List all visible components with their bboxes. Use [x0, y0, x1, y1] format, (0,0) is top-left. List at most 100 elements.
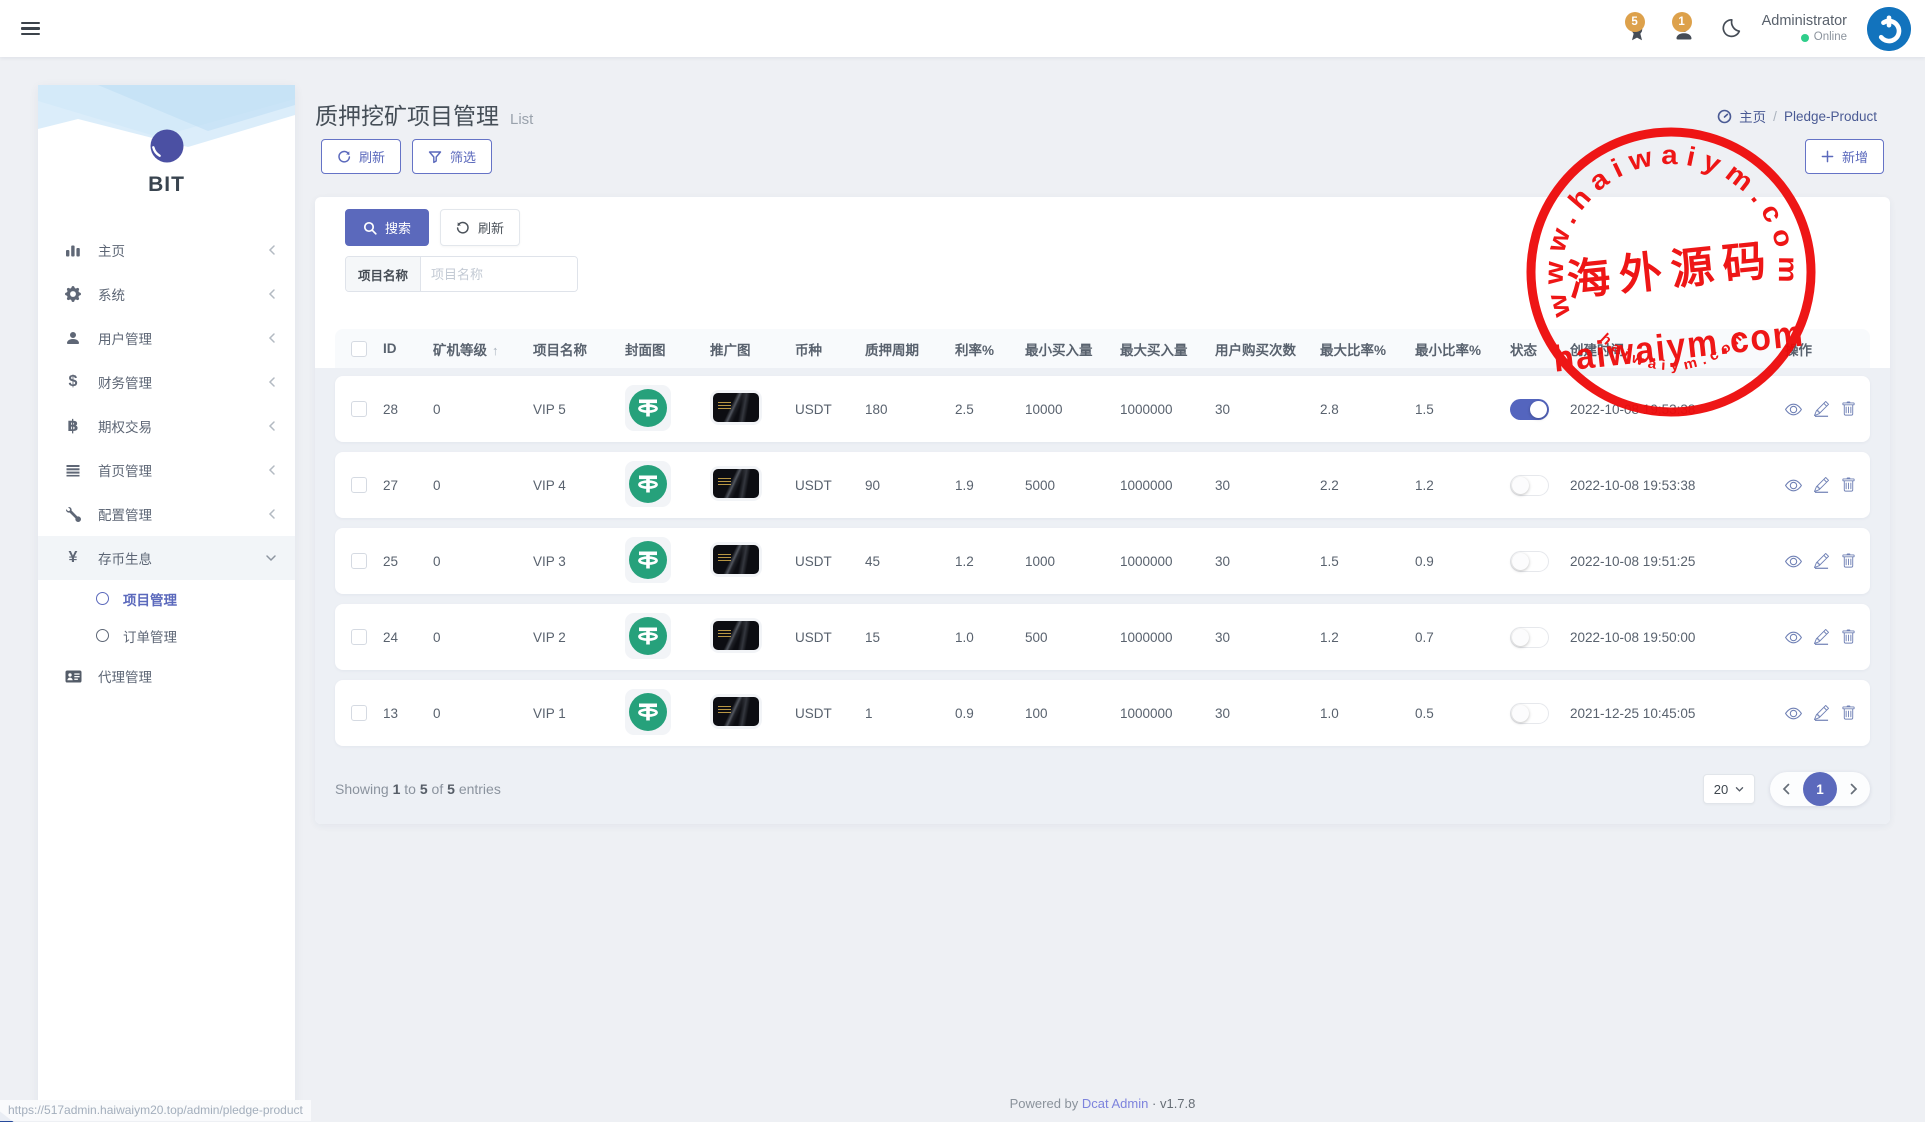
- version-label: v1.7.8: [1160, 1096, 1195, 1111]
- sidebar-item-home[interactable]: 主页: [38, 228, 295, 272]
- sidebar-subitem-order-management[interactable]: 订单管理: [38, 617, 295, 654]
- cell-promo-image: [710, 466, 795, 504]
- user-alert-count-badge: 1: [1672, 12, 1692, 32]
- promo-banner-image: [713, 469, 759, 498]
- edit-button[interactable]: [1814, 705, 1829, 721]
- table-body: 28 0 VIP 5: [315, 368, 1890, 824]
- sidebar-item-finance[interactable]: $ 财务管理: [38, 360, 295, 404]
- header-max-buy: 最大买入量: [1120, 339, 1215, 359]
- row-checkbox[interactable]: [351, 553, 367, 569]
- table-row: 24 0 VIP 2: [335, 604, 1870, 670]
- dark-mode-toggle[interactable]: [1718, 17, 1742, 41]
- status-toggle[interactable]: [1510, 475, 1549, 496]
- cell-actions: [1785, 477, 1870, 494]
- header-status: 状态: [1510, 339, 1570, 359]
- filter-button[interactable]: 筛选: [412, 139, 492, 174]
- cell-max-buy: 1000000: [1120, 402, 1215, 417]
- row-checkbox[interactable]: [351, 705, 367, 721]
- status-toggle[interactable]: [1510, 627, 1549, 648]
- eye-icon: [1785, 629, 1802, 646]
- prev-page-button[interactable]: [1782, 783, 1790, 795]
- add-button[interactable]: 新增: [1805, 139, 1884, 174]
- reset-button[interactable]: 刷新: [440, 209, 520, 246]
- cell-id: 28: [383, 402, 433, 417]
- cell-cover-image: [625, 537, 710, 586]
- sidebar-item-config[interactable]: 配置管理: [38, 492, 295, 536]
- cover-thumbnail[interactable]: [625, 689, 671, 735]
- cell-level: 0: [433, 630, 533, 645]
- delete-button[interactable]: [1841, 553, 1856, 569]
- refresh-button-label: 刷新: [359, 147, 385, 166]
- view-button[interactable]: [1785, 553, 1802, 570]
- eye-icon: [1785, 401, 1802, 418]
- row-checkbox[interactable]: [351, 401, 367, 417]
- cell-coin: USDT: [795, 402, 865, 417]
- delete-button[interactable]: [1841, 705, 1856, 721]
- select-all-checkbox[interactable]: [351, 341, 367, 357]
- row-checkbox[interactable]: [351, 477, 367, 493]
- delete-button[interactable]: [1841, 629, 1856, 645]
- delete-button[interactable]: [1841, 401, 1856, 417]
- view-button[interactable]: [1785, 629, 1802, 646]
- current-page-button[interactable]: 1: [1803, 772, 1837, 806]
- delete-button[interactable]: [1841, 477, 1856, 493]
- view-button[interactable]: [1785, 705, 1802, 722]
- sidebar-item-options-trade[interactable]: ฿ 期权交易: [38, 404, 295, 448]
- user-alerts-icon[interactable]: 1: [1671, 15, 1698, 42]
- cover-thumbnail[interactable]: [625, 461, 671, 507]
- cell-max-buy: 1000000: [1120, 478, 1215, 493]
- edit-button[interactable]: [1814, 629, 1829, 645]
- promo-thumbnail[interactable]: [710, 390, 762, 425]
- sidebar-item-homepage[interactable]: 首页管理: [38, 448, 295, 492]
- notification-ribbon-icon[interactable]: 5: [1624, 15, 1651, 42]
- cell-project-name: VIP 1: [533, 706, 625, 721]
- header-level[interactable]: 矿机等级↑: [433, 339, 533, 359]
- status-toggle[interactable]: [1510, 703, 1549, 724]
- promo-banner-image: [713, 545, 759, 574]
- row-checkbox[interactable]: [351, 629, 367, 645]
- tether-icon: [628, 388, 668, 428]
- edit-button[interactable]: [1814, 401, 1829, 417]
- tether-icon: [628, 540, 668, 580]
- cover-thumbnail[interactable]: [625, 613, 671, 659]
- header-name: 项目名称: [533, 339, 625, 359]
- status-toggle[interactable]: [1510, 399, 1549, 420]
- sidebar-subitem-label: 项目管理: [123, 589, 177, 609]
- promo-thumbnail[interactable]: [710, 694, 762, 729]
- next-page-button[interactable]: [1850, 783, 1858, 795]
- edit-button[interactable]: [1814, 553, 1829, 569]
- id-card-icon: [63, 669, 83, 684]
- promo-thumbnail[interactable]: [710, 618, 762, 653]
- user-avatar[interactable]: [1867, 7, 1911, 51]
- dcat-admin-link[interactable]: Dcat Admin: [1082, 1096, 1148, 1111]
- cell-rate: 0.9: [955, 706, 1025, 721]
- sidebar-item-users[interactable]: 用户管理: [38, 316, 295, 360]
- search-button[interactable]: 搜索: [345, 209, 429, 246]
- cell-actions: [1785, 401, 1870, 418]
- reset-button-label: 刷新: [478, 218, 504, 237]
- edit-button[interactable]: [1814, 477, 1829, 493]
- sort-asc-icon[interactable]: ↑: [492, 343, 499, 358]
- cell-promo-image: [710, 390, 795, 428]
- project-name-input[interactable]: [421, 257, 578, 291]
- cover-thumbnail[interactable]: [625, 385, 671, 431]
- view-button[interactable]: [1785, 477, 1802, 494]
- page-size-select[interactable]: 20: [1703, 774, 1755, 804]
- sidebar-item-deposit-interest[interactable]: ¥ 存币生息: [38, 536, 295, 580]
- cell-min-ratio: 0.9: [1415, 554, 1510, 569]
- sidebar-item-system[interactable]: 系统: [38, 272, 295, 316]
- tether-icon: [628, 692, 668, 732]
- refresh-button[interactable]: 刷新: [321, 139, 401, 174]
- cell-promo-image: [710, 694, 795, 732]
- header-id[interactable]: ID: [383, 341, 433, 356]
- promo-thumbnail[interactable]: [710, 466, 762, 501]
- sidebar-item-agent[interactable]: 代理管理: [38, 654, 295, 698]
- cover-thumbnail[interactable]: [625, 537, 671, 583]
- status-toggle[interactable]: [1510, 551, 1549, 572]
- online-status-label: Online: [1814, 30, 1847, 44]
- view-button[interactable]: [1785, 401, 1802, 418]
- hamburger-menu-icon[interactable]: [21, 19, 40, 39]
- sidebar-subitem-project-management[interactable]: 项目管理: [38, 580, 295, 617]
- promo-thumbnail[interactable]: [710, 542, 762, 577]
- breadcrumb-home[interactable]: 主页: [1739, 106, 1766, 126]
